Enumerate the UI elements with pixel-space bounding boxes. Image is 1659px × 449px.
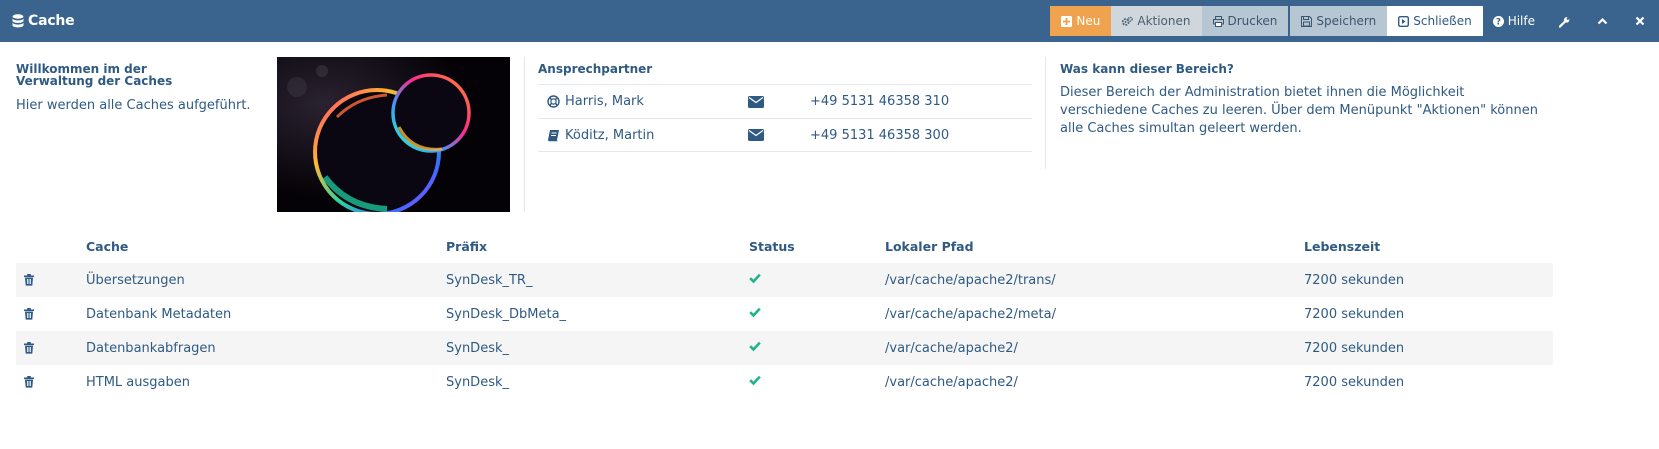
contact-row: Köditz, Martin +49 5131 46358 300 [538, 118, 1032, 152]
database-icon [12, 14, 24, 28]
svg-text:?: ? [1496, 17, 1501, 26]
table-row[interactable]: Übersetzungen SynDesk_TR_ /var/cache/apa… [16, 263, 1553, 297]
row-actions [16, 308, 86, 320]
contact-name: Harris, Mark [565, 94, 644, 109]
cell-cache: Datenbank Metadaten [86, 306, 232, 322]
cell-prefix: SynDesk_DbMeta_ [446, 306, 567, 322]
table-row[interactable]: Datenbankabfragen SynDesk_ /var/cache/ap… [16, 331, 1553, 365]
contact-row: Harris, Mark +49 5131 46358 310 [538, 84, 1032, 118]
cell-status [749, 273, 885, 288]
cell-status [749, 375, 885, 390]
actions-button-label: Aktionen [1137, 14, 1191, 28]
top-bar: Cache Neu Aktionen Drucken Speichern Sch… [0, 0, 1659, 42]
row-actions [16, 376, 86, 388]
contact-phone[interactable]: +49 5131 46358 300 [810, 128, 949, 143]
check-icon [749, 374, 761, 386]
header-lifetime[interactable]: Lebenszeit [1304, 239, 1553, 254]
cell-lifetime: 7200 sekunden [1304, 374, 1405, 390]
header-path[interactable]: Lokaler Pfad [885, 239, 1304, 254]
table-row[interactable]: HTML ausgaben SynDesk_ /var/cache/apache… [16, 365, 1553, 399]
question-circle-icon: ? [1492, 15, 1504, 27]
actions-button[interactable]: Aktionen [1111, 6, 1202, 36]
trash-icon[interactable] [24, 274, 34, 286]
wrench-icon [1558, 16, 1570, 28]
floppy-disk-icon [1301, 15, 1313, 27]
contacts-title: Ansprechpartner [538, 62, 653, 76]
cell-cache: Übersetzungen [86, 272, 185, 288]
print-button[interactable]: Drucken [1201, 6, 1289, 36]
cell-status [749, 307, 885, 322]
close-icon [1635, 16, 1646, 27]
cell-cache: Datenbankabfragen [86, 340, 216, 356]
book-icon [547, 129, 560, 142]
header-status[interactable]: Status [749, 239, 885, 254]
welcome-title: Willkommen im der Verwaltung der Caches [16, 62, 173, 88]
envelope-icon[interactable] [748, 95, 810, 108]
print-button-label: Drucken [1227, 14, 1278, 28]
settings-button[interactable] [1545, 6, 1583, 36]
area-text: Dieser Bereich der Administration bietet… [1060, 85, 1538, 136]
contacts-list: Harris, Mark +49 5131 46358 310 Köditz, … [538, 84, 1032, 152]
close-button-label: Schließen [1413, 14, 1472, 28]
cell-path: /var/cache/apache2/ [885, 340, 1018, 356]
toolbar: Neu Aktionen Drucken Speichern Schließen [1050, 6, 1659, 36]
header-prefix[interactable]: Präfix [446, 239, 749, 254]
cell-status [749, 341, 885, 356]
contact-phone[interactable]: +49 5131 46358 310 [810, 94, 949, 109]
save-button[interactable]: Speichern [1290, 6, 1388, 36]
trash-icon[interactable] [24, 308, 34, 320]
header-cache[interactable]: Cache [86, 239, 446, 254]
check-icon [749, 306, 761, 318]
cell-path: /var/cache/apache2/meta/ [885, 306, 1056, 322]
divider [1045, 57, 1046, 169]
contact-name: Köditz, Martin [565, 127, 655, 143]
window-close-button[interactable] [1621, 6, 1659, 36]
divider [524, 57, 525, 212]
check-icon [749, 340, 761, 352]
plus-square-icon [1061, 15, 1073, 27]
trash-icon[interactable] [24, 342, 34, 354]
row-actions [16, 274, 86, 286]
cogs-icon [1122, 16, 1134, 27]
cell-path: /var/cache/apache2/trans/ [885, 272, 1056, 288]
chevron-up-icon [1597, 16, 1608, 27]
exit-square-icon [1398, 15, 1410, 27]
cell-prefix: SynDesk_ [446, 340, 509, 356]
lifebuoy-icon [547, 95, 560, 108]
cell-cache: HTML ausgaben [86, 374, 190, 390]
cell-path: /var/cache/apache2/ [885, 374, 1018, 390]
cell-lifetime: 7200 sekunden [1304, 340, 1405, 356]
trash-icon[interactable] [24, 376, 34, 388]
welcome-text: Hier werden alle Caches aufgeführt. [16, 98, 251, 113]
new-button[interactable]: Neu [1050, 6, 1112, 36]
cell-prefix: SynDesk_TR_ [446, 272, 533, 288]
soap-bubbles-image [277, 57, 510, 212]
new-button-label: Neu [1076, 14, 1101, 28]
check-icon [749, 272, 761, 284]
envelope-icon[interactable] [748, 129, 810, 141]
area-title: Was kann dieser Bereich? [1060, 62, 1234, 76]
close-button[interactable]: Schließen [1387, 6, 1483, 36]
cell-prefix: SynDesk_ [446, 374, 509, 390]
cell-lifetime: 7200 sekunden [1304, 306, 1405, 322]
row-actions [16, 342, 86, 354]
collapse-button[interactable] [1583, 6, 1621, 36]
table-header: Cache Präfix Status Lokaler Pfad Lebensz… [16, 230, 1553, 263]
help-button[interactable]: ? Hilfe [1483, 6, 1545, 36]
app-title: Cache [12, 0, 75, 42]
cache-table: Cache Präfix Status Lokaler Pfad Lebensz… [16, 230, 1553, 399]
save-button-label: Speichern [1316, 14, 1377, 28]
help-button-label: Hilfe [1507, 14, 1535, 28]
cell-lifetime: 7200 sekunden [1304, 272, 1405, 288]
app-title-text: Cache [28, 13, 75, 29]
print-icon [1212, 15, 1224, 27]
table-row[interactable]: Datenbank Metadaten SynDesk_DbMeta_ /var… [16, 297, 1553, 331]
